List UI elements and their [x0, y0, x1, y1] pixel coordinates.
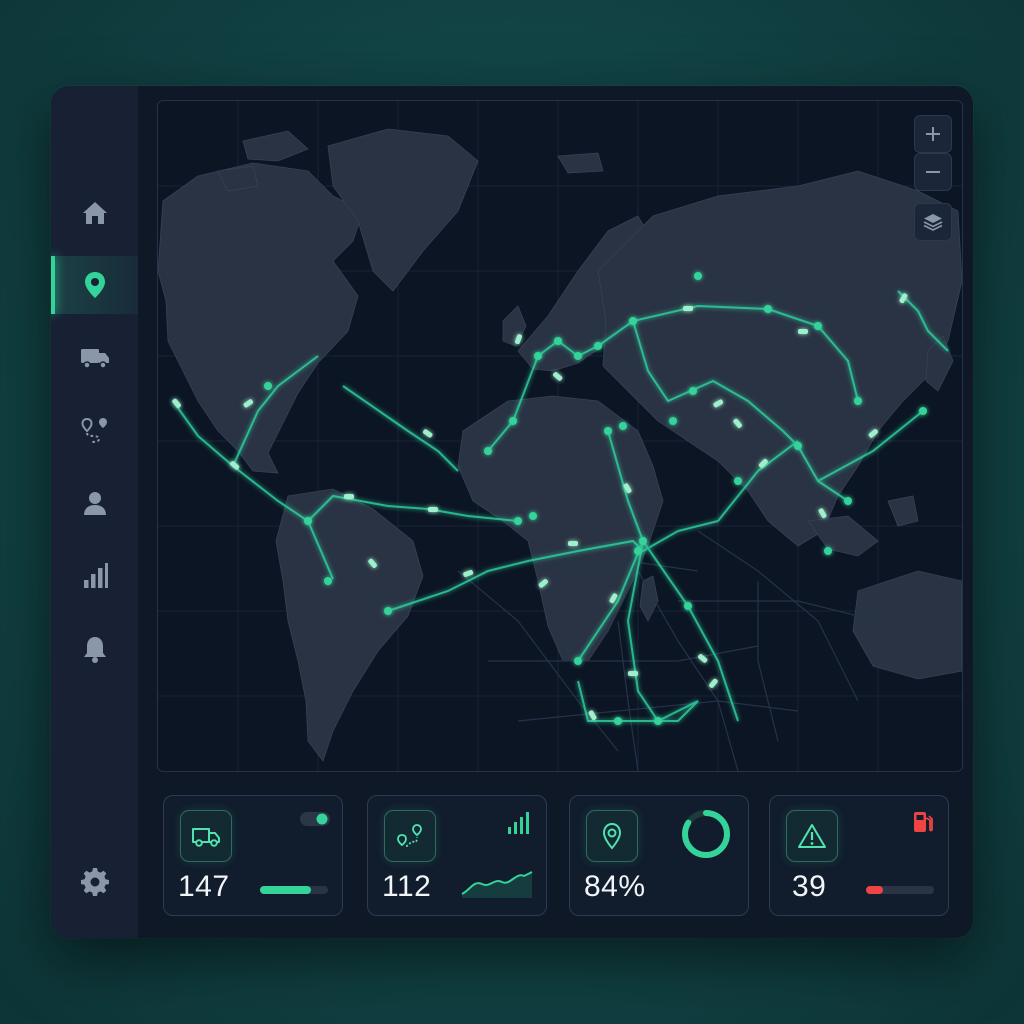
sidebar-item-drivers[interactable]	[51, 474, 138, 532]
zoom-out-icon	[926, 171, 940, 173]
app-window: 147 112 84% 39	[51, 86, 973, 938]
user-icon	[83, 492, 106, 515]
routes-count: 112	[382, 870, 432, 903]
warning-icon	[798, 824, 826, 848]
sidebar-item-alerts[interactable]	[51, 620, 138, 678]
africa	[457, 395, 664, 662]
fuel-icon	[914, 812, 933, 832]
on-time-percent: 84%	[584, 870, 646, 903]
sidebar-item-fleet[interactable]	[51, 328, 138, 386]
south-america	[275, 488, 424, 762]
settings-button[interactable]	[51, 853, 138, 911]
sidebar-item-analytics[interactable]	[51, 547, 138, 605]
stat-card-vehicles[interactable]: 147	[163, 795, 343, 916]
alerts-count: 39	[792, 870, 827, 903]
uk	[502, 305, 527, 347]
north-america	[158, 162, 364, 474]
stat-icon-box	[180, 810, 232, 862]
layers-button[interactable]	[914, 203, 952, 241]
stat-icon-box	[586, 810, 638, 862]
alerts-progress-bar	[866, 886, 934, 894]
sidebar-item-home[interactable]	[51, 184, 138, 242]
route-icon	[80, 417, 107, 443]
truck-icon	[80, 349, 109, 369]
stat-card-on-time[interactable]: 84%	[569, 795, 749, 916]
home-icon	[82, 202, 107, 224]
signal-bars-icon	[508, 812, 529, 834]
routes-sparkline	[461, 871, 533, 898]
location-pin-icon	[602, 822, 622, 850]
stat-card-alerts[interactable]: 39	[769, 795, 949, 916]
map-view[interactable]	[157, 100, 963, 772]
bar-chart-icon	[83, 563, 108, 588]
bell-icon	[83, 637, 106, 663]
live-toggle[interactable]	[300, 812, 330, 826]
on-time-ring	[682, 810, 730, 858]
sidebar-item-map[interactable]	[51, 256, 138, 314]
truck-icon	[192, 828, 220, 847]
layers-icon	[923, 214, 943, 231]
gear-icon	[80, 868, 109, 896]
zoom-out-button[interactable]	[914, 153, 952, 191]
route-icon	[397, 824, 422, 847]
land-masses	[158, 128, 962, 762]
stat-icon-box	[384, 810, 436, 862]
stat-icon-box	[786, 810, 838, 862]
greenland	[327, 128, 479, 292]
vehicles-progress-bar	[260, 886, 328, 894]
sidebar-item-routes[interactable]	[51, 401, 138, 459]
sidebar	[51, 86, 138, 938]
madagascar	[639, 575, 659, 622]
australia	[852, 570, 962, 680]
road-network	[457, 530, 879, 771]
world-map[interactable]	[158, 101, 962, 771]
vehicles-count: 147	[178, 870, 230, 903]
zoom-in-icon	[926, 127, 940, 141]
location-pin-icon	[84, 272, 105, 298]
zoom-in-button[interactable]	[914, 115, 952, 153]
stat-card-routes[interactable]: 112	[367, 795, 547, 916]
